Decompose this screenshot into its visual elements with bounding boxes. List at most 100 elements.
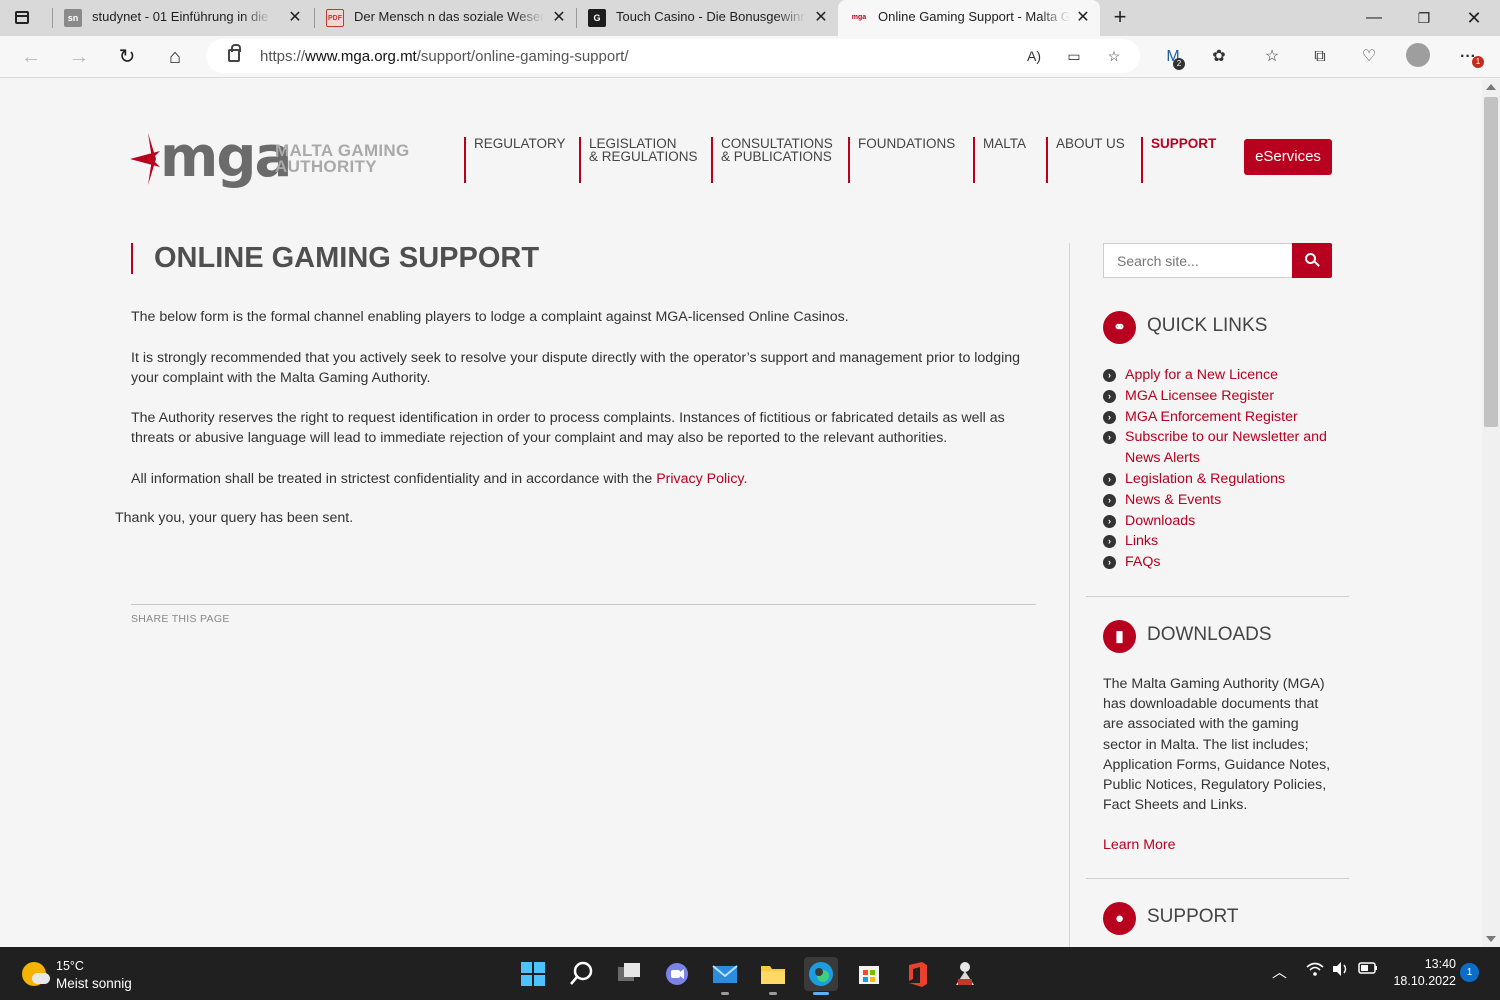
site-search (1103, 243, 1332, 278)
search-input[interactable] (1103, 243, 1293, 278)
quick-link[interactable]: › Apply for a New Licence (1103, 365, 1343, 386)
sidebar-divider (1069, 243, 1070, 947)
restore-icon[interactable]: ❐ (1412, 6, 1436, 30)
quick-link[interactable]: › Downloads (1103, 511, 1343, 532)
close-tab-icon[interactable]: ✕ (1074, 9, 1092, 27)
mga-favicon-icon: mga (850, 9, 868, 27)
refresh-icon[interactable]: ↻ (114, 44, 140, 70)
minimize-icon[interactable]: — (1362, 6, 1386, 30)
scroll-up-icon[interactable] (1486, 84, 1496, 90)
logo-wordmark: mga (160, 125, 292, 190)
privacy-policy-link[interactable]: Privacy Policy (656, 471, 743, 487)
favorites-icon[interactable]: ☆ (1259, 44, 1285, 70)
nav-malta[interactable]: MALTA (973, 137, 1026, 183)
forward-icon[interactable]: → (66, 44, 92, 70)
quick-link[interactable]: › Links (1103, 531, 1343, 552)
page-title: ONLINE GAMING SUPPORT (131, 243, 539, 274)
lock-icon[interactable] (228, 44, 241, 62)
quick-link[interactable]: › Legislation & Regulations (1103, 469, 1343, 490)
edge-browser-icon[interactable] (804, 957, 838, 995)
nav-legislation[interactable]: LEGISLATION & REGULATIONS (579, 137, 698, 183)
wifi-icon[interactable] (1306, 961, 1324, 981)
downloads-description: The Malta Gaming Authority (MGA) has dow… (1103, 676, 1331, 814)
collections-icon[interactable]: ⧉ (1307, 44, 1333, 70)
tab-bar: sn studynet - 01 Einführung in die Sozio… (0, 0, 1500, 36)
microsoft-store-icon[interactable] (852, 957, 886, 991)
learn-more-link[interactable]: Learn More (1103, 837, 1176, 853)
search-taskbar-icon[interactable] (564, 957, 598, 991)
read-aloud-icon[interactable]: A) (1024, 46, 1044, 66)
nav-support[interactable]: SUPPORT (1141, 137, 1216, 183)
nav-consultations[interactable]: CONSULTATIONS & PUBLICATIONS (711, 137, 833, 183)
windows-taskbar: 15°C Meist sonnig ︿ 13:40 18.10.2022 1 (0, 947, 1500, 1000)
battery-icon[interactable] (1358, 961, 1378, 979)
quick-link[interactable]: › Subscribe to our Newsletter and News Al… (1103, 427, 1343, 469)
chevron-right-icon: › (1103, 556, 1116, 570)
tab-title: Der Mensch n das soziale Wesen (354, 9, 544, 24)
address-toolbar: ← → ↻ ⌂ https://www.mga.org.mt/support/o… (0, 36, 1500, 78)
sidebar-separator (1086, 878, 1349, 879)
home-icon[interactable]: ⌂ (162, 44, 188, 70)
privacy-paragraph: All information shall be treated in stri… (131, 471, 748, 487)
chevron-right-icon: › (1103, 410, 1116, 424)
scrollbar-thumb[interactable] (1484, 97, 1498, 427)
chevron-right-icon: › (1103, 535, 1116, 549)
menu-badge: 1 (1472, 56, 1484, 68)
quick-link[interactable]: › FAQs (1103, 552, 1343, 573)
logo-subtitle: MALTA GAMING AUTHORITY (275, 141, 410, 176)
quick-link[interactable]: › MGA Licensee Register (1103, 386, 1343, 407)
address-bar[interactable]: https://www.mga.org.mt/support/online-ga… (206, 39, 1140, 73)
window-close-icon[interactable]: ✕ (1462, 6, 1486, 30)
chevron-right-icon: › (1103, 431, 1116, 445)
temperature: 15°C (56, 959, 84, 973)
teams-chat-icon[interactable] (660, 957, 694, 991)
pdf-app-icon[interactable] (948, 957, 982, 991)
show-hidden-icons-icon[interactable]: ︿ (1272, 961, 1287, 982)
pdf-favicon-icon: PDF (326, 9, 344, 27)
task-view-icon[interactable] (612, 957, 646, 991)
tab-actions-icon[interactable] (12, 8, 32, 28)
confirmation-message: Thank you, your query has been sent. (115, 510, 354, 526)
immersive-reader-icon[interactable]: ▭ (1064, 46, 1084, 66)
tab-casino[interactable]: G Touch Casino - Die Bonusgewinne ✕ (576, 0, 838, 36)
file-explorer-icon[interactable] (756, 957, 790, 995)
chevron-right-icon: › (1103, 514, 1116, 528)
eservices-button[interactable]: eServices (1244, 139, 1332, 175)
notification-badge[interactable]: 1 (1460, 963, 1479, 982)
nav-regulatory[interactable]: REGULATORY (464, 137, 566, 183)
add-favorite-icon[interactable]: ☆ (1104, 46, 1124, 66)
start-icon[interactable] (516, 957, 550, 991)
quick-link[interactable]: › MGA Enforcement Register (1103, 407, 1343, 428)
tab-studynet[interactable]: sn studynet - 01 Einführung in die Sozio… (52, 0, 314, 36)
mga-logo[interactable]: mga MALTA GAMING AUTHORITY (130, 125, 420, 191)
sidebar-separator (1086, 596, 1349, 597)
document-icon: ▮ (1103, 620, 1136, 653)
authority-paragraph: The Authority reserves the right to requ… (131, 410, 1005, 446)
extensions-icon[interactable]: ✿ (1206, 44, 1232, 70)
recommendation-paragraph: It is strongly recommended that you acti… (131, 350, 1021, 386)
close-tab-icon[interactable]: ✕ (286, 9, 304, 27)
page-scrollbar[interactable] (1482, 79, 1500, 947)
scroll-down-icon[interactable] (1486, 936, 1496, 942)
close-tab-icon[interactable]: ✕ (550, 9, 568, 27)
back-icon[interactable]: ← (18, 44, 44, 70)
tab-pdf[interactable]: PDF Der Mensch n das soziale Wesen ✕ (314, 0, 576, 36)
search-button[interactable] (1292, 243, 1332, 278)
volume-icon[interactable] (1332, 961, 1350, 981)
tab-title: Online Gaming Support - Malta Gaming Aut… (878, 9, 1070, 24)
new-tab-icon[interactable]: + (1108, 6, 1132, 30)
quick-link[interactable]: › News & Events (1103, 490, 1343, 511)
mail-icon[interactable] (708, 957, 742, 995)
tab-title: Touch Casino - Die Bonusgewinne (616, 9, 806, 24)
chevron-right-icon: › (1103, 493, 1116, 507)
nav-foundations[interactable]: FOUNDATIONS (848, 137, 955, 183)
studynet-favicon-icon: sn (64, 9, 82, 27)
nav-about-us[interactable]: ABOUT US (1046, 137, 1125, 183)
clock[interactable]: 13:40 18.10.2022 (1386, 956, 1456, 990)
tab-mga[interactable]: mga Online Gaming Support - Malta Gaming… (838, 0, 1100, 36)
office-icon[interactable] (900, 957, 934, 991)
url-text[interactable]: https://www.mga.org.mt/support/online-ga… (260, 48, 629, 65)
browser-essentials-icon[interactable]: ♡ (1356, 44, 1382, 70)
close-tab-icon[interactable]: ✕ (812, 9, 830, 27)
profile-avatar-icon[interactable] (1405, 43, 1431, 69)
